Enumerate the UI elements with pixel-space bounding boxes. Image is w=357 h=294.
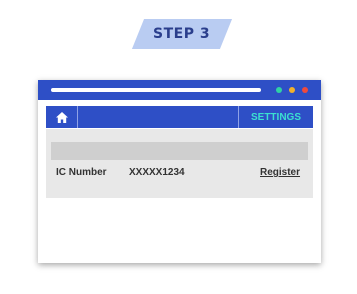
browser-window: SETTINGS IC Number XXXXX1234 Register bbox=[38, 80, 321, 263]
content-panel: IC Number XXXXX1234 Register bbox=[46, 129, 313, 198]
window-dot-red[interactable] bbox=[302, 87, 308, 93]
home-icon bbox=[55, 111, 68, 123]
address-bar[interactable] bbox=[51, 88, 261, 92]
window-dot-green[interactable] bbox=[276, 87, 282, 93]
step-label: STEP 3 bbox=[153, 26, 211, 42]
ic-number-label: IC Number bbox=[56, 167, 107, 178]
nav-bar: SETTINGS bbox=[46, 106, 313, 128]
window-dot-yellow[interactable] bbox=[289, 87, 295, 93]
header-placeholder-bar bbox=[51, 142, 308, 160]
title-bar bbox=[38, 80, 321, 100]
ic-number-value: XXXXX1234 bbox=[129, 167, 185, 178]
home-button[interactable] bbox=[46, 106, 78, 128]
register-link[interactable]: Register bbox=[260, 167, 300, 178]
tab-settings[interactable]: SETTINGS bbox=[238, 106, 313, 128]
step-badge: STEP 3 bbox=[131, 19, 233, 49]
